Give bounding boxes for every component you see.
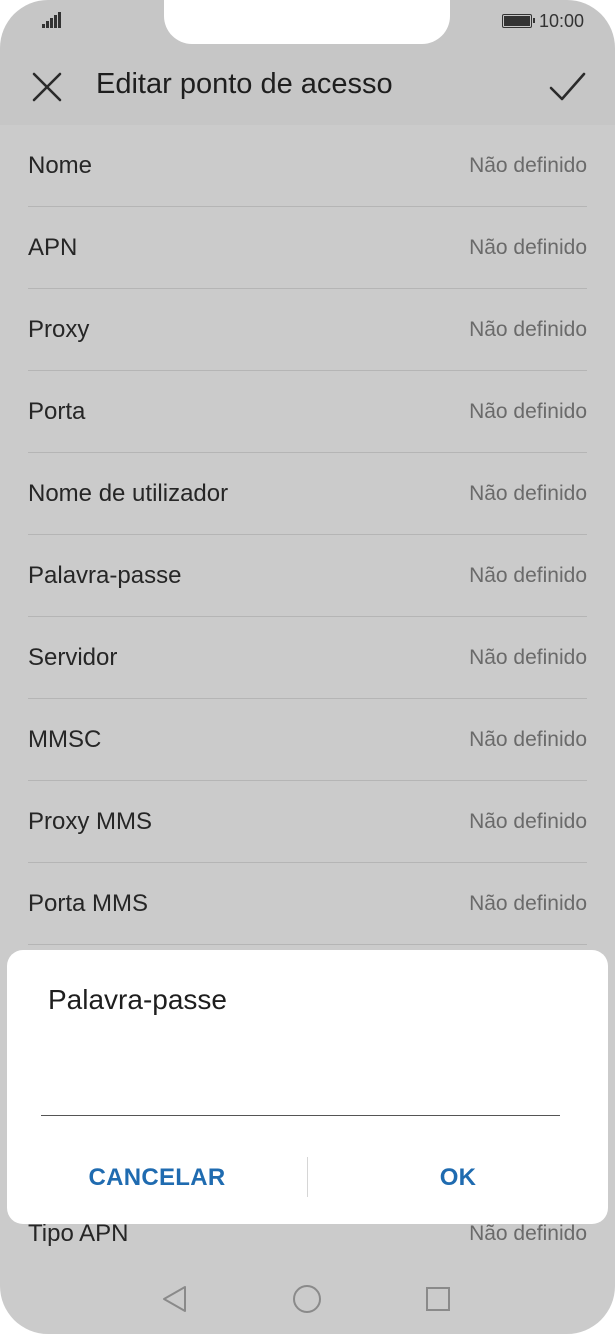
status-bar: 10:00	[0, 0, 615, 46]
dialog-title: Palavra-passe	[48, 984, 227, 1015]
list-item-palavra-passe[interactable]: Palavra-passe Não definido	[0, 535, 615, 617]
list-item-label: Proxy MMS	[28, 808, 153, 835]
app-bar: Editar ponto de acesso	[0, 46, 615, 125]
page-title: Editar ponto de acesso	[96, 68, 393, 100]
divider	[28, 944, 587, 945]
list-item-value: Não definido	[469, 236, 587, 259]
ok-button[interactable]: OK	[308, 1154, 608, 1202]
list-item-label: Porta MMS	[28, 890, 149, 917]
back-triangle-icon	[163, 1286, 186, 1312]
list-item-value: Não definido	[469, 564, 587, 587]
list-item-value: Não definido	[469, 482, 587, 505]
list-item-value: Não definido	[469, 810, 587, 833]
list-item-value: Não definido	[469, 728, 587, 751]
camera-notch	[164, 0, 450, 44]
list-item-porta[interactable]: Porta Não definido	[0, 371, 615, 453]
list-item-apn[interactable]: APN Não definido	[0, 207, 615, 289]
cancel-button[interactable]: CANCELAR	[7, 1154, 307, 1202]
list-item-label: Porta	[28, 398, 86, 425]
list-item-value: Não definido	[469, 318, 587, 341]
password-input[interactable]	[41, 1080, 560, 1116]
list-item-label: Palavra-passe	[28, 562, 182, 589]
list-item-value: Não definido	[469, 892, 587, 915]
list-item-porta-mms[interactable]: Porta MMS Não definido	[0, 863, 615, 945]
close-button[interactable]	[24, 64, 70, 110]
list-item-label: Nome	[28, 152, 93, 179]
list-item-value: Não definido	[469, 646, 587, 669]
list-item-nome[interactable]: Nome Não definido	[0, 125, 615, 207]
list-item-proxy-mms[interactable]: Proxy MMS Não definido	[0, 781, 615, 863]
recent-apps-square-icon[interactable]	[426, 1287, 450, 1311]
list-item-proxy[interactable]: Proxy Não definido	[0, 289, 615, 371]
list-item-label: Nome de utilizador	[28, 480, 229, 507]
back-button[interactable]	[158, 1282, 192, 1316]
list-item-value: Não definido	[469, 400, 587, 423]
check-icon	[549, 72, 586, 101]
battery-icon	[502, 14, 535, 28]
home-circle-icon[interactable]	[293, 1285, 321, 1313]
list-item-label: Proxy	[28, 316, 90, 343]
list-item-value: Não definido	[469, 154, 587, 177]
navigation-bar	[0, 1260, 615, 1334]
list-item-servidor[interactable]: Servidor Não definido	[0, 617, 615, 699]
list-item-label: MMSC	[28, 726, 102, 753]
list-item-label: Servidor	[28, 644, 118, 671]
list-item-mmsc[interactable]: MMSC Não definido	[0, 699, 615, 781]
confirm-button[interactable]	[544, 64, 590, 110]
list-item-label: APN	[28, 234, 78, 261]
signal-strength-icon	[42, 12, 62, 28]
close-icon	[32, 72, 62, 102]
phone-screen: 10:00 Editar ponto de acesso Nome Não de…	[0, 0, 615, 1334]
list-item-nome-de-utilizador[interactable]: Nome de utilizador Não definido	[0, 453, 615, 535]
status-time: 10:00	[539, 11, 585, 31]
